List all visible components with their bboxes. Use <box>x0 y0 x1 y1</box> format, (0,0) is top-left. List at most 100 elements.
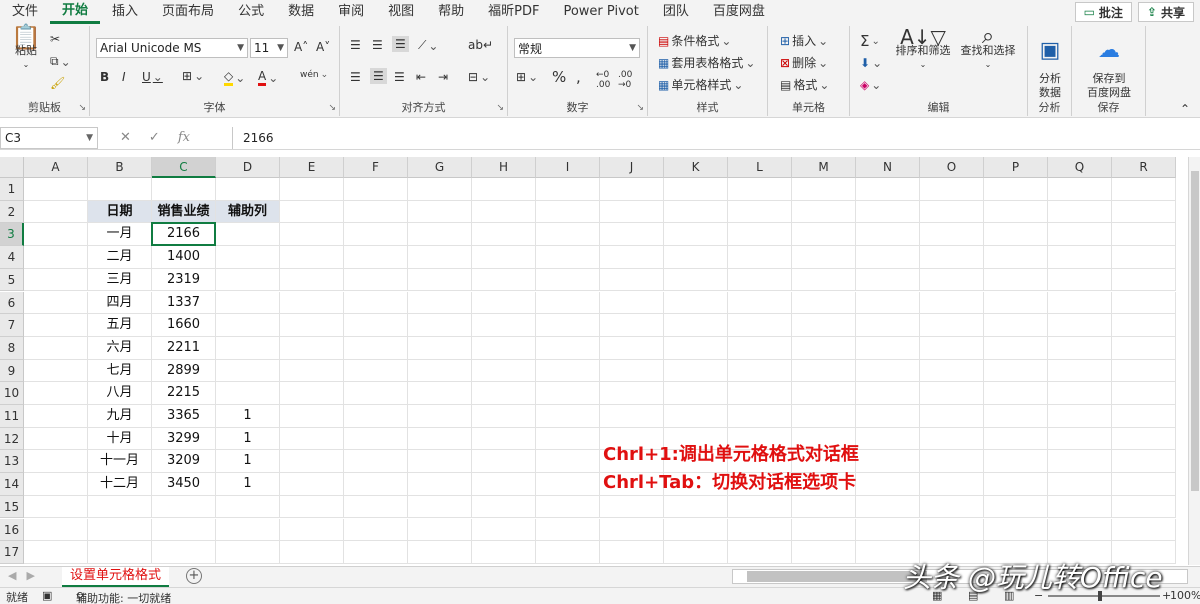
cell[interactable] <box>920 291 984 315</box>
cell[interactable] <box>280 495 344 519</box>
cell[interactable] <box>920 473 984 496</box>
cell[interactable] <box>24 178 88 201</box>
table-cell[interactable]: 3209 <box>152 450 216 474</box>
sheet-tab[interactable]: 设置单元格格式 <box>62 567 170 587</box>
launcher-icon[interactable]: ↘ <box>78 103 86 113</box>
cell[interactable] <box>344 427 408 451</box>
cell[interactable] <box>536 473 600 496</box>
increase-indent-button[interactable]: ⇥ <box>438 70 448 84</box>
cell[interactable] <box>728 291 792 315</box>
cell[interactable] <box>664 382 728 405</box>
cell[interactable] <box>280 200 344 224</box>
cell[interactable] <box>664 246 728 269</box>
cell[interactable] <box>856 314 920 337</box>
launcher-icon[interactable]: ↘ <box>328 103 336 113</box>
cell[interactable] <box>600 223 664 247</box>
cell[interactable] <box>920 246 984 269</box>
table-cell[interactable]: 三月 <box>88 268 152 292</box>
table-cell[interactable] <box>216 223 280 247</box>
cell[interactable] <box>984 495 1048 519</box>
column-header[interactable]: I <box>536 157 600 178</box>
cell[interactable] <box>664 268 728 292</box>
autosum-button[interactable]: Σ ⌄ <box>860 32 880 50</box>
cell[interactable] <box>856 291 920 315</box>
cell[interactable] <box>856 178 920 201</box>
tab-12[interactable]: 百度网盘 <box>701 0 777 24</box>
column-header[interactable]: E <box>280 157 344 178</box>
name-box[interactable]: C3 ▼ <box>0 127 98 149</box>
cell[interactable] <box>472 382 536 405</box>
cell[interactable] <box>280 518 344 542</box>
cell[interactable] <box>280 336 344 360</box>
column-header[interactable]: Q <box>1048 157 1112 178</box>
cell[interactable] <box>856 336 920 360</box>
cell[interactable] <box>792 291 856 315</box>
cell[interactable] <box>600 405 664 428</box>
cell[interactable] <box>1112 359 1176 383</box>
cell[interactable] <box>792 200 856 224</box>
cell[interactable] <box>1112 200 1176 224</box>
select-all-button[interactable] <box>0 157 24 178</box>
cell[interactable] <box>792 314 856 337</box>
cell[interactable] <box>1048 382 1112 405</box>
row-header[interactable]: 7 <box>0 314 24 337</box>
cell[interactable] <box>600 359 664 383</box>
cell[interactable] <box>728 518 792 542</box>
cell[interactable] <box>24 405 88 428</box>
bold-button[interactable]: B <box>100 70 109 84</box>
cell[interactable] <box>408 223 472 247</box>
cell[interactable] <box>600 541 664 564</box>
format-cells-button[interactable]: ▤ 格式 ⌄ <box>780 76 829 93</box>
comma-button[interactable]: , <box>576 68 581 86</box>
cell[interactable] <box>856 427 920 451</box>
cell[interactable] <box>1048 427 1112 451</box>
cell[interactable] <box>920 314 984 337</box>
column-header[interactable]: N <box>856 157 920 178</box>
tab-5[interactable]: 数据 <box>276 0 326 24</box>
cell[interactable] <box>1048 200 1112 224</box>
comment-button[interactable]: ▭ 批注 <box>1074 2 1132 22</box>
cell[interactable] <box>536 359 600 383</box>
paste-button[interactable]: 📋 粘贴 ⌄ <box>8 25 44 72</box>
insert-cells-button[interactable]: ⊞ 插入 ⌄ <box>780 32 828 49</box>
cell[interactable] <box>664 200 728 224</box>
cell[interactable] <box>856 268 920 292</box>
column-header[interactable]: K <box>664 157 728 178</box>
cell[interactable] <box>216 495 280 519</box>
cell[interactable] <box>1048 473 1112 496</box>
cell[interactable] <box>280 291 344 315</box>
cell[interactable] <box>88 518 152 542</box>
cell[interactable] <box>536 382 600 405</box>
font-size-select[interactable]: 11 ▼ <box>250 38 288 58</box>
cell[interactable] <box>152 541 216 564</box>
cell[interactable] <box>24 291 88 315</box>
font-name-select[interactable]: Arial Unicode MS ▼ <box>96 38 248 58</box>
tab-0[interactable]: 文件 <box>0 0 50 24</box>
table-cell[interactable]: 一月 <box>88 223 152 247</box>
column-header[interactable]: F <box>344 157 408 178</box>
cell[interactable] <box>88 541 152 564</box>
cell[interactable] <box>536 450 600 474</box>
cell[interactable] <box>536 314 600 337</box>
cell[interactable] <box>344 382 408 405</box>
fill-button[interactable]: ⬇ ⌄ <box>860 56 882 70</box>
cell[interactable] <box>728 541 792 564</box>
cell[interactable] <box>1112 314 1176 337</box>
cell[interactable] <box>664 314 728 337</box>
column-header[interactable]: O <box>920 157 984 178</box>
launcher-icon[interactable]: ↘ <box>496 103 504 113</box>
cell[interactable] <box>536 495 600 519</box>
cell[interactable] <box>728 405 792 428</box>
cell[interactable] <box>408 314 472 337</box>
cell[interactable] <box>600 268 664 292</box>
cell[interactable] <box>472 541 536 564</box>
cell[interactable] <box>24 382 88 405</box>
cell[interactable] <box>472 200 536 224</box>
cell[interactable] <box>856 223 920 247</box>
cell[interactable] <box>280 178 344 201</box>
cell[interactable] <box>664 495 728 519</box>
cell[interactable] <box>408 246 472 269</box>
cell[interactable] <box>408 336 472 360</box>
cell[interactable] <box>24 495 88 519</box>
table-cell[interactable]: 2215 <box>152 382 216 405</box>
